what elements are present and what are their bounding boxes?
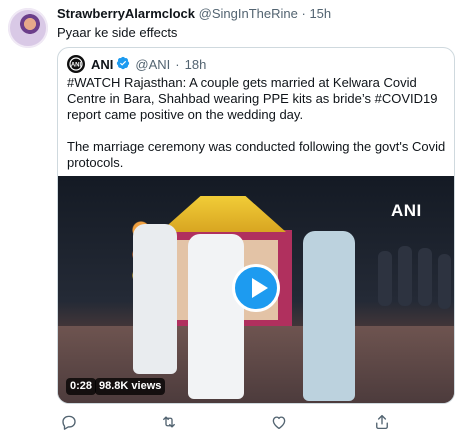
ppe-person xyxy=(133,224,177,374)
tweet-header: StrawberryAlarmclock @SingInTheRine · 15… xyxy=(57,6,331,22)
user-handle[interactable]: @SingInTheRine xyxy=(199,6,298,21)
video-watermark: ANI xyxy=(391,201,422,220)
separator: · xyxy=(301,6,306,21)
quoted-paragraph-1: #WATCH Rajasthan: A couple gets married … xyxy=(67,75,438,122)
quoted-user-avatar: ANI xyxy=(67,55,85,73)
video-view-count: 98.8K views xyxy=(95,378,166,395)
tweet-actions xyxy=(57,413,447,431)
bystander xyxy=(418,248,432,306)
quoted-tweet-text: #WATCH Rajasthan: A couple gets married … xyxy=(67,75,447,171)
quoted-paragraph-2: The marriage ceremony was conducted foll… xyxy=(67,139,446,170)
quoted-display-name: ANI xyxy=(91,56,114,72)
tweet-text: Pyaar ke side effects xyxy=(57,25,178,40)
retweet-icon[interactable] xyxy=(160,413,178,431)
quoted-user-handle: @ANI xyxy=(135,56,171,72)
quoted-tweet[interactable]: ANI ANI @ANI · 18h #WATCH Rajasthan: A c… xyxy=(57,47,455,404)
video-duration: 0:28 xyxy=(66,378,97,395)
reply-icon[interactable] xyxy=(60,413,78,431)
quoted-tweet-header: ANI ANI @ANI · 18h xyxy=(67,54,206,74)
share-icon[interactable] xyxy=(373,413,391,431)
quoted-timestamp: 18h xyxy=(184,56,207,72)
bystander xyxy=(378,251,392,306)
play-icon[interactable] xyxy=(232,264,280,312)
verified-badge-icon xyxy=(116,56,130,73)
separator: · xyxy=(175,56,180,72)
bystander xyxy=(438,254,451,309)
video-player[interactable]: ANI 0:28 98.8K views xyxy=(58,176,454,403)
bystander xyxy=(398,246,412,306)
tweet-timestamp[interactable]: 15h xyxy=(309,6,331,21)
user-avatar[interactable] xyxy=(8,8,48,48)
display-name[interactable]: StrawberryAlarmclock xyxy=(57,6,195,21)
ppe-person xyxy=(188,234,244,399)
svg-text:ANI: ANI xyxy=(71,63,82,69)
ppe-person xyxy=(303,231,355,401)
tweet[interactable]: StrawberryAlarmclock @SingInTheRine · 15… xyxy=(0,0,459,434)
like-icon[interactable] xyxy=(270,413,288,431)
